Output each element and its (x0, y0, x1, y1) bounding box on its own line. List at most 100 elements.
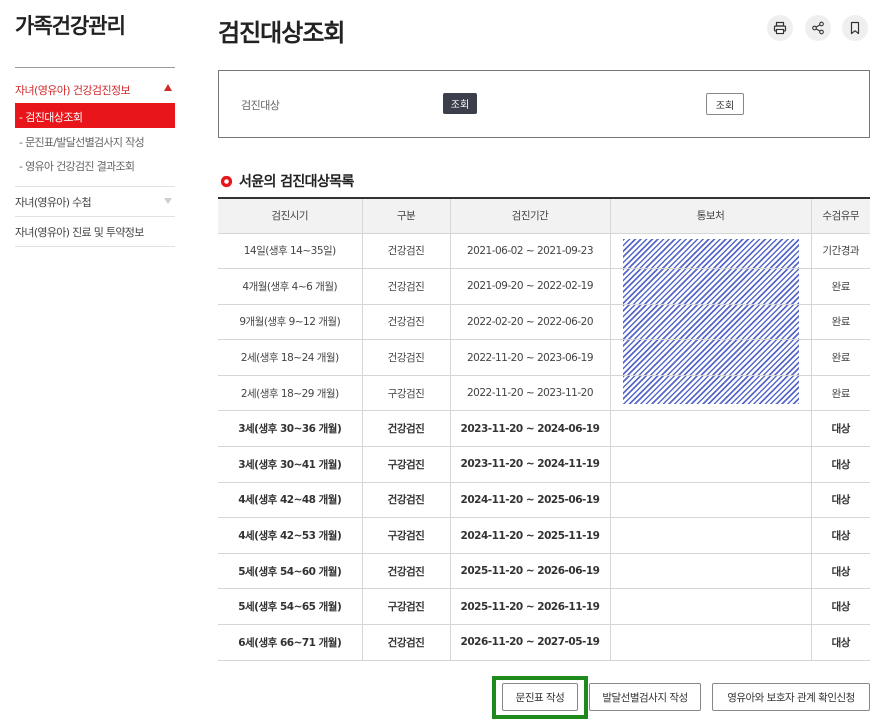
share-icon (812, 21, 824, 35)
highlight-box (492, 676, 588, 719)
cell-period: 2세(생후 18~29 개월) (218, 375, 362, 412)
table-row: 14일(생후 14~35일) 건강검진 2021-06-02 ~ 2021-09… (218, 233, 870, 270)
cell-type: 건강검진 (361, 339, 450, 376)
cell-notice (609, 482, 811, 519)
cell-status: 대상 (810, 410, 870, 448)
cell-status: 대상 (810, 517, 870, 554)
table-row: 6세(생후 66~71 개월) 건강검진 2026-11-20 ~ 2027-0… (218, 624, 870, 661)
cell-range: 2021-09-20 ~ 2022-02-19 (449, 268, 610, 305)
cell-type: 건강검진 (361, 233, 450, 270)
cell-range: 2022-02-20 ~ 2022-06-20 (449, 304, 610, 341)
checkup-target-table: 검진시기 구분 검진기간 통보처 수검유무 14일(생후 14~35일) 건강검… (218, 197, 870, 661)
cell-period: 5세(생후 54~65 개월) (218, 588, 362, 626)
cell-status: 완료 (810, 268, 870, 305)
table-header-row: 검진시기 구분 검진기간 통보처 수검유무 (218, 197, 870, 234)
cell-range: 2025-11-20 ~ 2026-06-19 (449, 553, 610, 590)
table-row: 4세(생후 42~53 개월) 구강검진 2024-11-20 ~ 2025-1… (218, 517, 870, 554)
cell-notice-redacted (609, 339, 811, 376)
cell-period: 6세(생후 66~71 개월) (218, 624, 362, 661)
cell-type: 건강검진 (361, 268, 450, 305)
cell-status: 대상 (810, 482, 870, 519)
speech-bubble-icon (220, 175, 233, 187)
menu-divider (15, 216, 175, 217)
table-row: 3세(생후 30~41 개월) 구강검진 2023-11-20 ~ 2024-1… (218, 446, 870, 483)
print-icon (773, 21, 787, 35)
cell-status: 대상 (810, 588, 870, 626)
col-header-range: 검진기간 (449, 197, 610, 234)
cell-period: 9개월(생후 9~12 개월) (218, 304, 362, 341)
sidebar-subitem-questionnaire[interactable]: - 문진표/발달선별검사지 작성 (15, 134, 175, 150)
cell-period: 5세(생후 54~60 개월) (218, 553, 362, 590)
cell-notice (609, 588, 811, 626)
chevron-down-icon (164, 198, 172, 204)
guardian-relation-button[interactable]: 영유아와 보호자 관계 확인신청 (712, 683, 870, 711)
cell-range: 2022-11-20 ~ 2023-06-19 (449, 339, 610, 376)
print-button[interactable] (767, 15, 793, 41)
cell-notice (609, 517, 811, 554)
search-panel: 검진대상 조회 조회 (218, 70, 870, 138)
cell-type: 구강검진 (361, 375, 450, 412)
sidebar-subitem-checkup-target[interactable]: - 검진대상조회 (15, 103, 175, 128)
search-button[interactable]: 조회 (706, 93, 744, 115)
bookmark-button[interactable] (842, 15, 868, 41)
cell-notice (609, 553, 811, 590)
cell-status: 완료 (810, 339, 870, 376)
section-title-text: 서윤의 검진대상목록 (239, 174, 354, 190)
table-row: 5세(생후 54~60 개월) 건강검진 2025-11-20 ~ 2026-0… (218, 553, 870, 590)
cell-notice-redacted (609, 233, 811, 270)
sidebar-item-label: 자녀(영유아) 진료 및 투약정보 (15, 226, 144, 239)
chevron-up-icon (164, 84, 172, 91)
cell-range: 2025-11-20 ~ 2026-11-19 (449, 588, 610, 626)
col-header-notice: 통보처 (609, 197, 811, 234)
target-select[interactable]: 조회 (443, 93, 477, 114)
cell-range: 2023-11-20 ~ 2024-06-19 (449, 410, 610, 448)
sidebar-item-child-handbook[interactable]: 자녀(영유아) 수첩 (15, 194, 175, 210)
col-header-type: 구분 (361, 197, 450, 234)
cell-type: 구강검진 (361, 517, 450, 554)
col-header-status: 수검유무 (810, 197, 870, 234)
cell-period: 4세(생후 42~53 개월) (218, 517, 362, 554)
cell-type: 건강검진 (361, 482, 450, 519)
sidebar-item-child-checkup-info[interactable]: 자녀(영유아) 건강검진정보 (15, 82, 175, 98)
cell-status: 완료 (810, 304, 870, 341)
cell-range: 2024-11-20 ~ 2025-11-19 (449, 517, 610, 554)
cell-period: 3세(생후 30~36 개월) (218, 410, 362, 448)
table-row: 2세(생후 18~24 개월) 건강검진 2022-11-20 ~ 2023-0… (218, 339, 870, 376)
cell-status: 기간경과 (810, 233, 870, 270)
sidebar-title: 가족건강관리 (15, 14, 126, 38)
menu-divider (15, 246, 175, 247)
cell-status: 대상 (810, 446, 870, 483)
cell-notice (609, 410, 811, 448)
cell-range: 2021-06-02 ~ 2021-09-23 (449, 233, 610, 270)
sidebar-item-label: 자녀(영유아) 건강검진정보 (15, 84, 131, 97)
cell-notice-redacted (609, 268, 811, 305)
cell-notice (609, 624, 811, 661)
cell-range: 2026-11-20 ~ 2027-05-19 (449, 624, 610, 661)
search-label: 검진대상 (241, 99, 280, 112)
cell-period: 14일(생후 14~35일) (218, 233, 362, 270)
menu-divider (15, 186, 175, 187)
section-title: 서윤의 검진대상목록 (220, 171, 354, 191)
cell-range: 2022-11-20 ~ 2023-11-20 (449, 375, 610, 412)
cell-range: 2023-11-20 ~ 2024-11-19 (449, 446, 610, 483)
sidebar-subitem-checkup-results[interactable]: - 영유아 건강검진 결과조회 (15, 158, 175, 174)
cell-status: 완료 (810, 375, 870, 412)
page-title: 검진대상조회 (218, 19, 345, 47)
cell-type: 구강검진 (361, 588, 450, 626)
development-screening-button[interactable]: 발달선별검사지 작성 (589, 683, 701, 711)
table-row: 4세(생후 42~48 개월) 건강검진 2024-11-20 ~ 2025-0… (218, 482, 870, 519)
cell-period: 4개월(생후 4~6 개월) (218, 268, 362, 305)
cell-type: 건강검진 (361, 304, 450, 341)
table-row: 4개월(생후 4~6 개월) 건강검진 2021-09-20 ~ 2022-02… (218, 268, 870, 305)
cell-type: 건강검진 (361, 624, 450, 661)
cell-range: 2024-11-20 ~ 2025-06-19 (449, 482, 610, 519)
share-button[interactable] (805, 15, 831, 41)
table-row: 3세(생후 30~36 개월) 건강검진 2023-11-20 ~ 2024-0… (218, 410, 870, 448)
cell-notice-redacted (609, 304, 811, 341)
cell-type: 구강검진 (361, 446, 450, 483)
sidebar-item-label: 자녀(영유아) 수첩 (15, 196, 92, 209)
sidebar-item-child-treatment[interactable]: 자녀(영유아) 진료 및 투약정보 (15, 224, 175, 240)
sidebar-divider (15, 67, 175, 68)
cell-period: 2세(생후 18~24 개월) (218, 339, 362, 376)
cell-status: 대상 (810, 624, 870, 661)
